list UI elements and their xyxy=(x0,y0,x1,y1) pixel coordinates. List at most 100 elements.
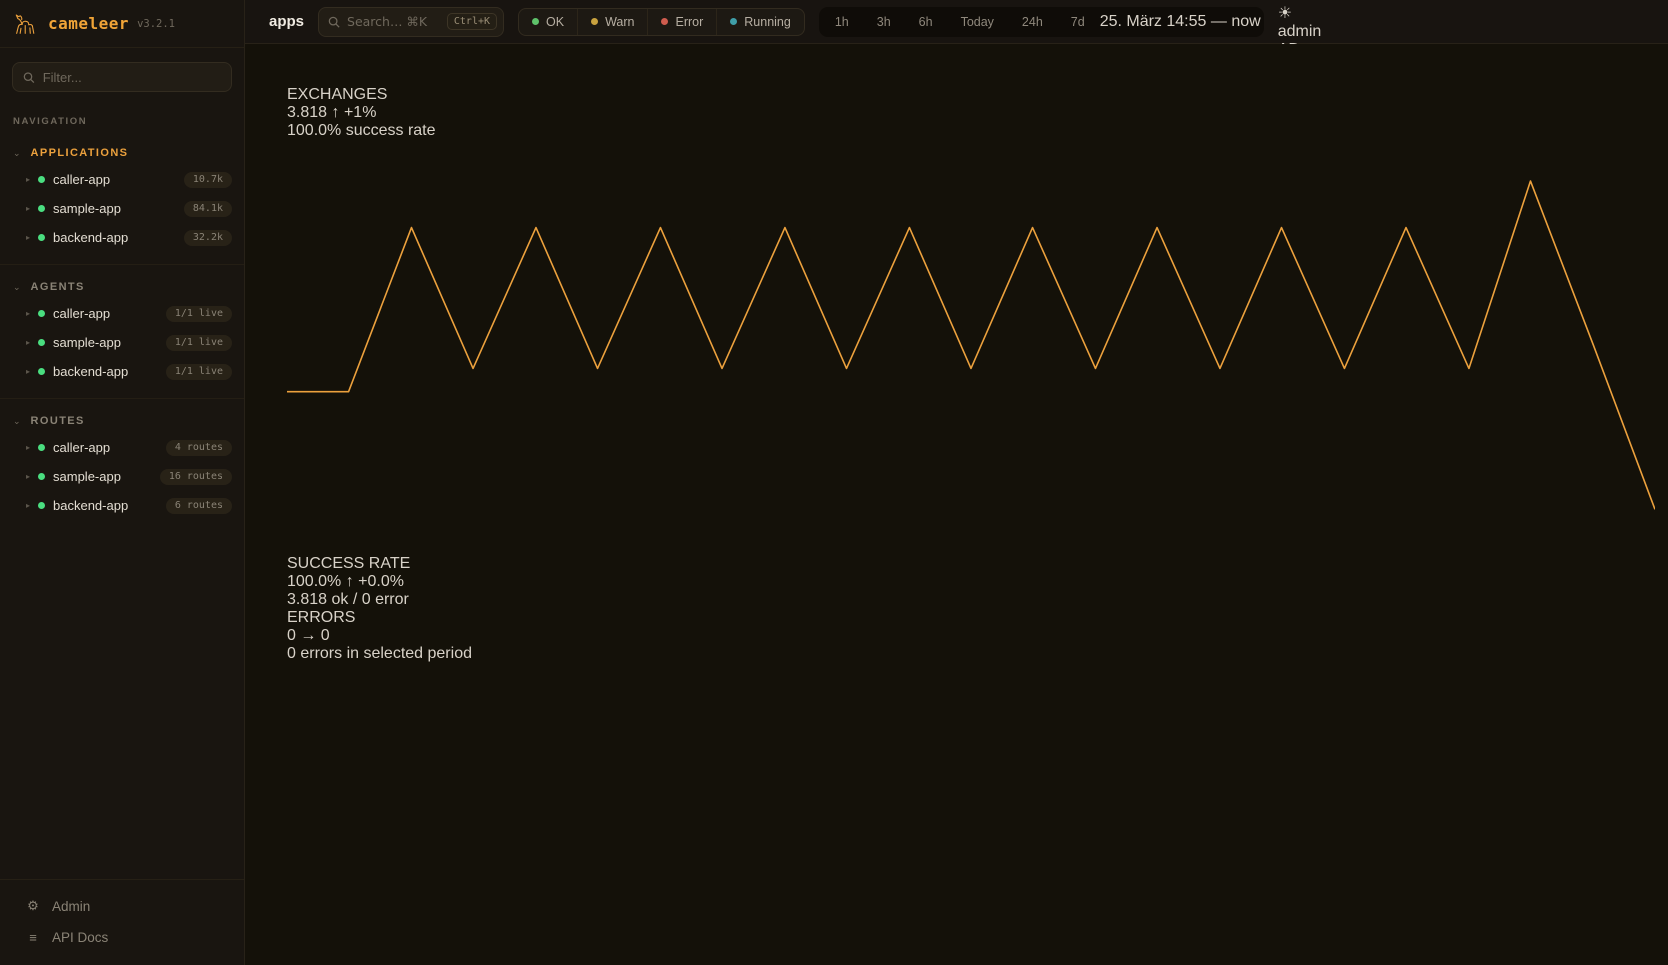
time-range-7d[interactable]: 7d xyxy=(1058,10,1098,34)
app-root: cameleer v3.2.1 NAVIGATION ⌄ APPLICATION… xyxy=(0,0,1668,965)
status-filter-warn[interactable]: Warn xyxy=(577,9,647,35)
app-logo: cameleer v3.2.1 xyxy=(0,0,244,48)
chevron-right-icon: ▸ xyxy=(26,175,30,184)
nav-section-agents: ⌄ AGENTS ▸ caller-app 1/1 live ▸ sample-… xyxy=(0,265,244,399)
stat-card-errors: ERRORS 0 → 0 0 errors in selected period xyxy=(287,609,1655,965)
chip-label: OK xyxy=(546,15,564,29)
status-dot-icon xyxy=(38,444,45,451)
sidebar-item-sample-app[interactable]: ▸ sample-app 1/1 live xyxy=(0,328,244,357)
chevron-down-icon: ⌄ xyxy=(13,417,21,426)
sidebar-item-badge: 84.1k xyxy=(184,201,232,217)
sidebar-item-badge: 1/1 live xyxy=(166,335,232,351)
sidebar-item-caller-app[interactable]: ▸ caller-app 10.7k xyxy=(0,165,244,194)
card-value: 0 xyxy=(287,627,296,644)
sidebar-item-backend-app[interactable]: ▸ backend-app 32.2k xyxy=(0,223,244,252)
time-range-today[interactable]: Today xyxy=(948,10,1007,34)
status-filter-error[interactable]: Error xyxy=(647,9,716,35)
sidebar-filter[interactable] xyxy=(12,62,232,92)
section-header-agents[interactable]: ⌄ AGENTS xyxy=(0,275,244,299)
sidebar-item-label: backend-app xyxy=(53,498,128,513)
section-label: AGENTS xyxy=(31,281,85,293)
status-dot-icon xyxy=(38,339,45,346)
chip-label: Running xyxy=(744,15,791,29)
global-search[interactable]: Ctrl+K xyxy=(318,7,504,37)
time-range-6h[interactable]: 6h xyxy=(906,10,946,34)
main-content: EXCHANGES 3.818 ↑ +1% 100.0% success rat… xyxy=(245,44,1668,965)
chip-label: Error xyxy=(675,15,703,29)
chevron-down-icon: ⌄ xyxy=(13,283,21,292)
card-label: ERRORS xyxy=(287,609,1655,627)
time-buttons-slot: 1h3h6hToday24h7d xyxy=(822,10,1098,34)
time-range-3h[interactable]: 3h xyxy=(864,10,904,34)
card-delta: ↑ +1% xyxy=(332,104,377,121)
chevron-right-icon: ▸ xyxy=(26,309,30,318)
card-subtext: 0 errors in selected period xyxy=(287,645,1655,663)
time-range-group: 1h3h6hToday24h7d 25. März 14:55 — now xyxy=(819,7,1264,37)
status-dot-icon xyxy=(38,234,45,241)
sidebar-item-label: sample-app xyxy=(53,335,121,350)
search-icon xyxy=(23,71,35,84)
chevron-right-icon: ▸ xyxy=(26,204,30,213)
app-title: cameleer xyxy=(48,14,129,33)
sidebar-item-caller-app[interactable]: ▸ caller-app 4 routes xyxy=(0,433,244,462)
sidebar-item-sample-app[interactable]: ▸ sample-app 16 routes xyxy=(0,462,244,491)
chevron-right-icon: ▸ xyxy=(26,501,30,510)
sparkline-chart xyxy=(287,140,1655,555)
theme-toggle-button[interactable]: ☀ xyxy=(1278,3,1322,23)
status-dot-icon xyxy=(38,502,45,509)
stat-card-success-rate: SUCCESS RATE 100.0% ↑ +0.0% 3.818 ok / 0… xyxy=(287,555,1655,609)
sidebar-item-backend-app[interactable]: ▸ backend-app 1/1 live xyxy=(0,357,244,386)
time-range-24h[interactable]: 24h xyxy=(1009,10,1056,34)
footer-label: API Docs xyxy=(52,930,108,945)
section-header-applications[interactable]: ⌄ APPLICATIONS xyxy=(0,141,244,165)
chevron-right-icon: ▸ xyxy=(26,338,30,347)
date-to: now xyxy=(1231,13,1260,30)
date-range[interactable]: 25. März 14:55 — now xyxy=(1100,13,1261,31)
card-label: SUCCESS RATE xyxy=(287,555,1655,573)
sidebar-item-badge: 1/1 live xyxy=(166,364,232,380)
sidebar-item-caller-app[interactable]: ▸ caller-app 1/1 live xyxy=(0,299,244,328)
sidebar: cameleer v3.2.1 NAVIGATION ⌄ APPLICATION… xyxy=(0,0,245,965)
topbar: apps Ctrl+K OK Warn Error Running 1h3h6h… xyxy=(245,0,1668,44)
section-header-routes[interactable]: ⌄ ROUTES xyxy=(0,409,244,433)
sparkline-chart xyxy=(287,663,1655,965)
status-dot-icon xyxy=(38,473,45,480)
card-label: EXCHANGES xyxy=(287,86,1655,104)
date-separator: — xyxy=(1211,13,1227,30)
card-value: 3.818 xyxy=(287,104,327,121)
section-label: ROUTES xyxy=(31,415,85,427)
sun-icon: ☀ xyxy=(1278,5,1292,22)
sidebar-footer: ⚙ Admin≡ API Docs xyxy=(0,879,244,965)
status-filter-running[interactable]: Running xyxy=(716,9,804,35)
camel-logo-icon xyxy=(12,11,40,37)
card-subtext: 3.818 ok / 0 error xyxy=(287,591,1655,609)
sidebar-footer-api-docs[interactable]: ≡ API Docs xyxy=(0,922,244,953)
sidebar-item-badge: 1/1 live xyxy=(166,306,232,322)
card-value: 100.0% xyxy=(287,573,341,590)
status-filter-ok[interactable]: OK xyxy=(519,9,577,35)
chevron-right-icon: ▸ xyxy=(26,367,30,376)
nav-section-routes: ⌄ ROUTES ▸ caller-app 4 routes ▸ sample-… xyxy=(0,399,244,532)
status-dot-icon xyxy=(38,368,45,375)
card-delta: → 0 xyxy=(300,627,329,644)
live-label: LIVE xyxy=(1278,0,1313,2)
sidebar-item-backend-app[interactable]: ▸ backend-app 6 routes xyxy=(0,491,244,520)
date-from: 25. März 14:55 xyxy=(1100,13,1207,30)
sidebar-footer-admin[interactable]: ⚙ Admin xyxy=(0,890,244,922)
filter-input[interactable] xyxy=(43,70,221,85)
sidebar-item-label: sample-app xyxy=(53,201,121,216)
time-range-1h[interactable]: 1h xyxy=(822,10,862,34)
nav-section-applications: ⌄ APPLICATIONS ▸ caller-app 10.7k ▸ samp… xyxy=(0,131,244,265)
status-dot-icon xyxy=(38,310,45,317)
search-input[interactable] xyxy=(347,14,440,29)
gear-icon: ⚙ xyxy=(26,898,40,914)
chip-label: Warn xyxy=(605,15,634,29)
search-icon xyxy=(328,16,340,28)
sidebar-item-sample-app[interactable]: ▸ sample-app 84.1k xyxy=(0,194,244,223)
status-dot-icon xyxy=(730,18,737,25)
user-name[interactable]: admin xyxy=(1278,23,1322,40)
sidebar-sections: ⌄ APPLICATIONS ▸ caller-app 10.7k ▸ samp… xyxy=(0,131,244,879)
stat-cards: EXCHANGES 3.818 ↑ +1% 100.0% success rat… xyxy=(287,86,1655,965)
main-column: apps Ctrl+K OK Warn Error Running 1h3h6h… xyxy=(245,0,1668,965)
sidebar-item-badge: 6 routes xyxy=(166,498,232,514)
